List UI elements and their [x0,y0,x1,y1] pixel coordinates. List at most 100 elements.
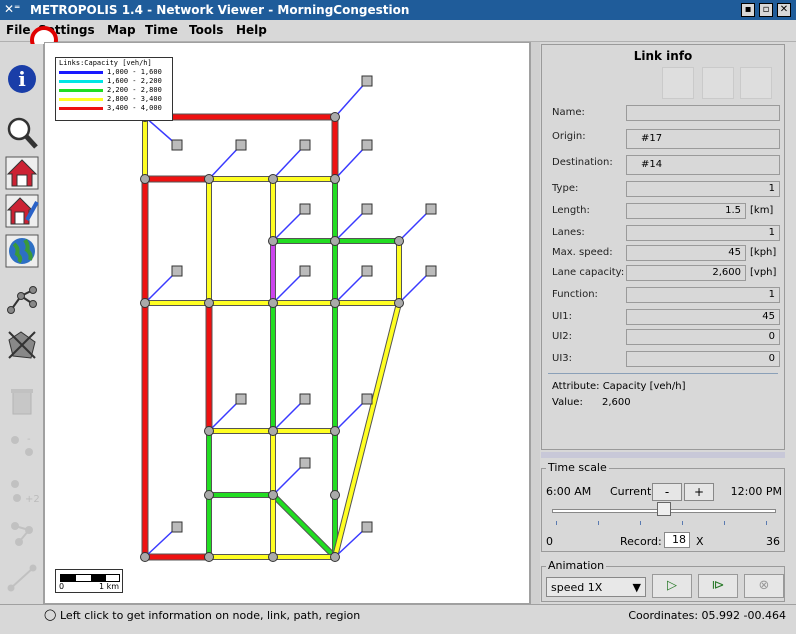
time-slider-thumb[interactable] [657,502,671,516]
time-minus-button[interactable]: - [652,483,682,501]
link-field-value[interactable]: 1 [626,225,780,241]
link-field-value[interactable]: #14 [626,155,780,175]
network-node[interactable] [394,298,404,308]
centroid-node[interactable] [299,139,311,151]
panel-splitter[interactable] [530,42,540,604]
network-node[interactable] [330,112,340,122]
centroid-node[interactable] [425,265,437,277]
fast-forward-button[interactable]: ⧐ [698,574,738,598]
network-node[interactable] [140,174,150,184]
network-node[interactable] [330,236,340,246]
legend-item: 2,200 - 2,800 [59,86,169,95]
centroid-node[interactable] [361,393,373,405]
zoom-icon[interactable] [5,116,39,150]
notes-button[interactable] [662,67,694,99]
network-node[interactable] [268,174,278,184]
network-node[interactable] [330,298,340,308]
menu-tools[interactable]: Tools [189,23,223,37]
link-tool-icon[interactable] [5,560,39,594]
network-node[interactable] [268,552,278,562]
home-icon[interactable] [5,156,39,190]
centroid-node[interactable] [361,265,373,277]
link-field-value[interactable]: 45 [626,309,780,325]
centroid-node[interactable] [171,139,183,151]
network-node[interactable] [204,298,214,308]
link-field-value[interactable] [626,105,780,121]
node-remove-icon[interactable]: - [5,428,39,462]
network-node[interactable] [140,298,150,308]
network-node[interactable] [330,490,340,500]
network-node[interactable] [394,236,404,246]
network-map[interactable]: Links:Capacity [veh/h] 1,000 - 1,600 1,60… [44,42,530,604]
link-field-row: Destination: #14 [552,155,780,177]
centroid-node[interactable] [171,265,183,277]
network-node[interactable] [140,552,150,562]
legend-swatch [59,71,103,74]
centroid-node[interactable] [235,139,247,151]
link-field-value[interactable]: 1.5 [626,203,746,219]
link-field-value[interactable]: 0 [626,351,780,367]
centroid-node[interactable] [171,521,183,533]
network-node[interactable] [204,552,214,562]
network-node[interactable] [330,174,340,184]
link-field-value[interactable]: #17 [626,129,780,149]
region-select-icon[interactable] [5,328,39,362]
network-node[interactable] [204,174,214,184]
centroid-node[interactable] [299,203,311,215]
network-node[interactable] [268,490,278,500]
network-node[interactable] [268,426,278,436]
play-button[interactable]: ▷ [652,574,692,598]
centroid-node[interactable] [361,75,373,87]
time-scale-section: Time scale 6:00 AM Current: - + 12:00 PM… [541,461,785,552]
record-input[interactable]: 18 [664,532,690,548]
maximize-button[interactable]: ▫ [759,3,773,17]
node-merge-icon[interactable] [5,516,39,550]
network-node[interactable] [268,236,278,246]
node-add-icon[interactable]: +2 [5,472,39,506]
centroid-node[interactable] [235,393,247,405]
menu-help[interactable]: Help [236,23,267,37]
mouse-icon: ◯ [44,608,57,621]
link-field-value[interactable]: 45 [626,245,746,261]
centroid-node[interactable] [361,521,373,533]
link-field-value[interactable]: 1 [626,181,780,197]
centroid-node[interactable] [361,139,373,151]
link-field-label: Origin: [552,131,586,142]
link-field-label: UI3: [552,353,572,364]
link-field-unit: [kph] [750,247,777,258]
link-field-value[interactable]: 2,600 [626,265,746,281]
centroid-node[interactable] [299,457,311,469]
time-end: 12:00 PM [730,485,782,498]
network-link[interactable] [271,493,337,559]
status-hint: Left click to get information on node, l… [60,609,361,622]
link-field-value[interactable]: 0 [626,329,780,345]
menu-map[interactable]: Map [107,23,136,37]
info-icon[interactable]: i [5,62,39,96]
speed-select[interactable]: speed 1X ▼ [546,577,646,597]
network-link[interactable] [333,302,401,558]
network-node[interactable] [204,490,214,500]
menu-time[interactable]: Time [145,23,178,37]
time-plus-button[interactable]: + [684,483,714,501]
trash-icon[interactable] [5,384,39,418]
network-node[interactable] [330,552,340,562]
home-edit-icon[interactable] [5,194,39,228]
centroid-node[interactable] [299,265,311,277]
network-nodes-icon[interactable] [5,282,39,316]
network-graph[interactable] [45,43,531,605]
link-field-value[interactable]: 1 [626,287,780,303]
stop-button[interactable]: ⊗ [744,574,784,598]
centroid-node[interactable] [299,393,311,405]
centroid-node[interactable] [425,203,437,215]
network-node[interactable] [330,426,340,436]
network-node[interactable] [204,426,214,436]
menu-file[interactable]: File [6,23,31,37]
delete-button[interactable] [740,67,772,99]
globe-icon[interactable] [5,234,39,268]
network-node[interactable] [268,298,278,308]
minimize-button[interactable]: ▪ [741,3,755,17]
collapse-handle[interactable] [541,452,785,458]
close-button[interactable]: ✕ [777,3,791,17]
edit-notes-button[interactable] [702,67,734,99]
centroid-node[interactable] [361,203,373,215]
